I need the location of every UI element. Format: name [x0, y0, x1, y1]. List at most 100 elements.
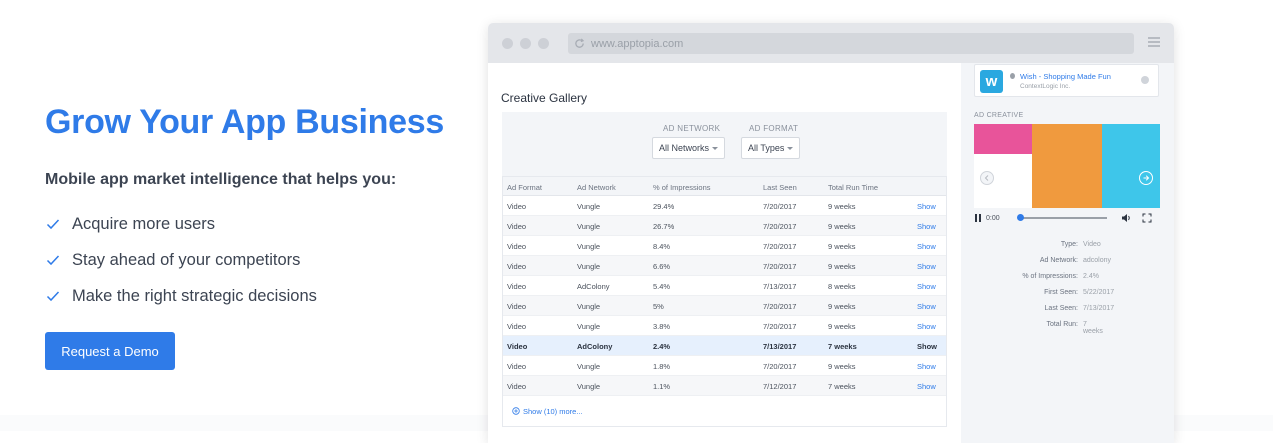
detail-key: First Seen: [1044, 289, 1078, 296]
table-row[interactable]: Video Vungle 26.7% 7/20/2017 9 weeks Show [503, 216, 946, 236]
browser-mockup: www.apptopia.com Creative Gallery AD NET… [488, 23, 1174, 443]
column-header-total-run-time[interactable]: Total Run Time [828, 183, 878, 192]
detail-key: % of Impressions: [1022, 273, 1078, 280]
request-demo-button[interactable]: Request a Demo [45, 332, 175, 370]
cell-ad-network: Vungle [577, 262, 601, 271]
app-developer: ContextLogic Inc. [1020, 83, 1071, 90]
window-dot [502, 38, 513, 49]
ad-network-value: All Networks [659, 143, 710, 153]
table-row[interactable]: Video AdColony 5.4% 7/13/2017 8 weeks Show [503, 276, 946, 296]
ad-network-select[interactable]: All Networks [652, 137, 725, 159]
cell-ad-format: Video [507, 242, 527, 251]
benefit-item: Acquire more users [46, 206, 317, 242]
fullscreen-icon[interactable] [1142, 213, 1152, 223]
cell-ad-network: Vungle [577, 362, 601, 371]
detail-value: adcolony [1083, 257, 1112, 264]
detail-value: Video [1083, 241, 1101, 248]
column-header-last-seen[interactable]: Last Seen [763, 183, 797, 192]
window-dot [538, 38, 549, 49]
show-link[interactable]: Show [917, 342, 937, 351]
show-link[interactable]: Show [917, 202, 936, 211]
cell-ad-network: Vungle [577, 302, 601, 311]
detail-value: 2.4% [1083, 273, 1099, 280]
show-link[interactable]: Show [917, 242, 936, 251]
previous-arrow-icon[interactable] [980, 171, 994, 185]
gallery-title: Creative Gallery [501, 91, 588, 105]
cell-ad-network: AdColony [577, 342, 613, 351]
cell-impressions: 5.4% [653, 282, 671, 291]
cell-run-time: 9 weeks [828, 202, 856, 211]
creative-block-cyan [1102, 124, 1160, 208]
show-link[interactable]: Show [917, 362, 936, 371]
column-header-ad-format[interactable]: Ad Format [507, 183, 542, 192]
table-row[interactable]: Video Vungle 5% 7/20/2017 9 weeks Show [503, 296, 946, 316]
show-link[interactable]: Show [917, 282, 936, 291]
filter-bar: AD NETWORK All Networks AD FORMAT All Ty… [502, 112, 947, 176]
show-link[interactable]: Show [917, 322, 936, 331]
player-time: 0:00 [986, 214, 1000, 222]
cell-ad-format: Video [507, 382, 527, 391]
play-pause-icon[interactable] [974, 213, 982, 223]
cell-last-seen: 7/20/2017 [763, 202, 797, 211]
address-bar[interactable]: www.apptopia.com [568, 33, 1134, 54]
cell-ad-format: Video [507, 222, 527, 231]
table-row[interactable]: Video Vungle 6.6% 7/20/2017 9 weeks Show [503, 256, 946, 276]
app-name[interactable]: Wish - Shopping Made Fun [1020, 72, 1111, 81]
apple-icon [1010, 73, 1015, 79]
cell-ad-format: Video [507, 302, 527, 311]
cell-impressions: 3.8% [653, 322, 671, 331]
table-row[interactable]: Video AdColony 2.4% 7/13/2017 7 weeks Show [503, 336, 946, 356]
cell-ad-format: Video [507, 262, 527, 271]
ad-creative-label: AD CREATIVE [974, 112, 1024, 119]
table-row[interactable]: Video Vungle 1.1% 7/12/2017 7 weeks Show [503, 376, 946, 396]
cell-ad-format: Video [507, 282, 527, 291]
hamburger-menu-icon[interactable] [1148, 37, 1160, 48]
reload-icon[interactable] [574, 38, 585, 49]
cell-ad-format: Video [507, 202, 527, 211]
cell-ad-network: AdColony [577, 282, 610, 291]
cell-run-time: 8 weeks [828, 282, 856, 291]
detail-key: Total Run: [1046, 321, 1078, 328]
cell-run-time: 9 weeks [828, 322, 856, 331]
show-more-link[interactable]: Show (10) more... [503, 396, 946, 426]
player-progress-track[interactable] [1019, 217, 1107, 219]
volume-icon[interactable] [1121, 213, 1132, 223]
benefit-text: Acquire more users [72, 214, 216, 233]
table-row[interactable]: Video Vungle 1.8% 7/20/2017 9 weeks Show [503, 356, 946, 376]
creative-block-pink [974, 124, 1032, 154]
video-player-controls: 0:00 [974, 208, 1160, 228]
show-link[interactable]: Show [917, 262, 936, 271]
table-row[interactable]: Video Vungle 8.4% 7/20/2017 9 weeks Show [503, 236, 946, 256]
ad-format-select[interactable]: All Types [741, 137, 800, 159]
show-link[interactable]: Show [917, 302, 936, 311]
hero-subtitle: Mobile app market intelligence that help… [45, 171, 397, 188]
benefit-list: Acquire more users Stay ahead of your co… [46, 206, 317, 314]
show-link[interactable]: Show [917, 382, 936, 391]
ad-detail-panel: w Wish - Shopping Made Fun ContextLogic … [961, 63, 1174, 443]
app-logo: w [980, 70, 1003, 93]
benefit-item: Make the right strategic decisions [46, 278, 317, 314]
close-icon[interactable] [1141, 76, 1149, 84]
cell-last-seen: 7/20/2017 [763, 302, 797, 311]
cell-impressions: 8.4% [653, 242, 671, 251]
cell-run-time: 9 weeks [828, 262, 856, 271]
benefit-text: Make the right strategic decisions [72, 286, 317, 305]
next-arrow-icon[interactable] [1139, 171, 1153, 185]
table-body: Video Vungle 29.4% 7/20/2017 9 weeks Show Vide… [503, 196, 946, 396]
cell-ad-network: Vungle [577, 202, 601, 211]
detail-key: Last Seen: [1044, 305, 1078, 312]
cell-run-time: 7 weeks [828, 342, 857, 351]
column-header-impressions[interactable]: % of Impressions [653, 183, 711, 192]
show-more-text: Show (10) more... [523, 406, 583, 416]
cell-impressions: 6.6% [653, 262, 671, 271]
player-progress-knob[interactable] [1017, 214, 1024, 221]
cell-impressions: 2.4% [653, 342, 671, 351]
cell-last-seen: 7/13/2017 [763, 282, 797, 291]
cell-ad-format: Video [507, 342, 528, 351]
show-link[interactable]: Show [917, 222, 936, 231]
table-row[interactable]: Video Vungle 3.8% 7/20/2017 9 weeks Show [503, 316, 946, 336]
column-header-ad-network[interactable]: Ad Network [577, 183, 616, 192]
app-card[interactable]: w Wish - Shopping Made Fun ContextLogic … [974, 64, 1159, 97]
ad-format-value: All Types [748, 143, 785, 153]
table-row[interactable]: Video Vungle 29.4% 7/20/2017 9 weeks Show [503, 196, 946, 216]
